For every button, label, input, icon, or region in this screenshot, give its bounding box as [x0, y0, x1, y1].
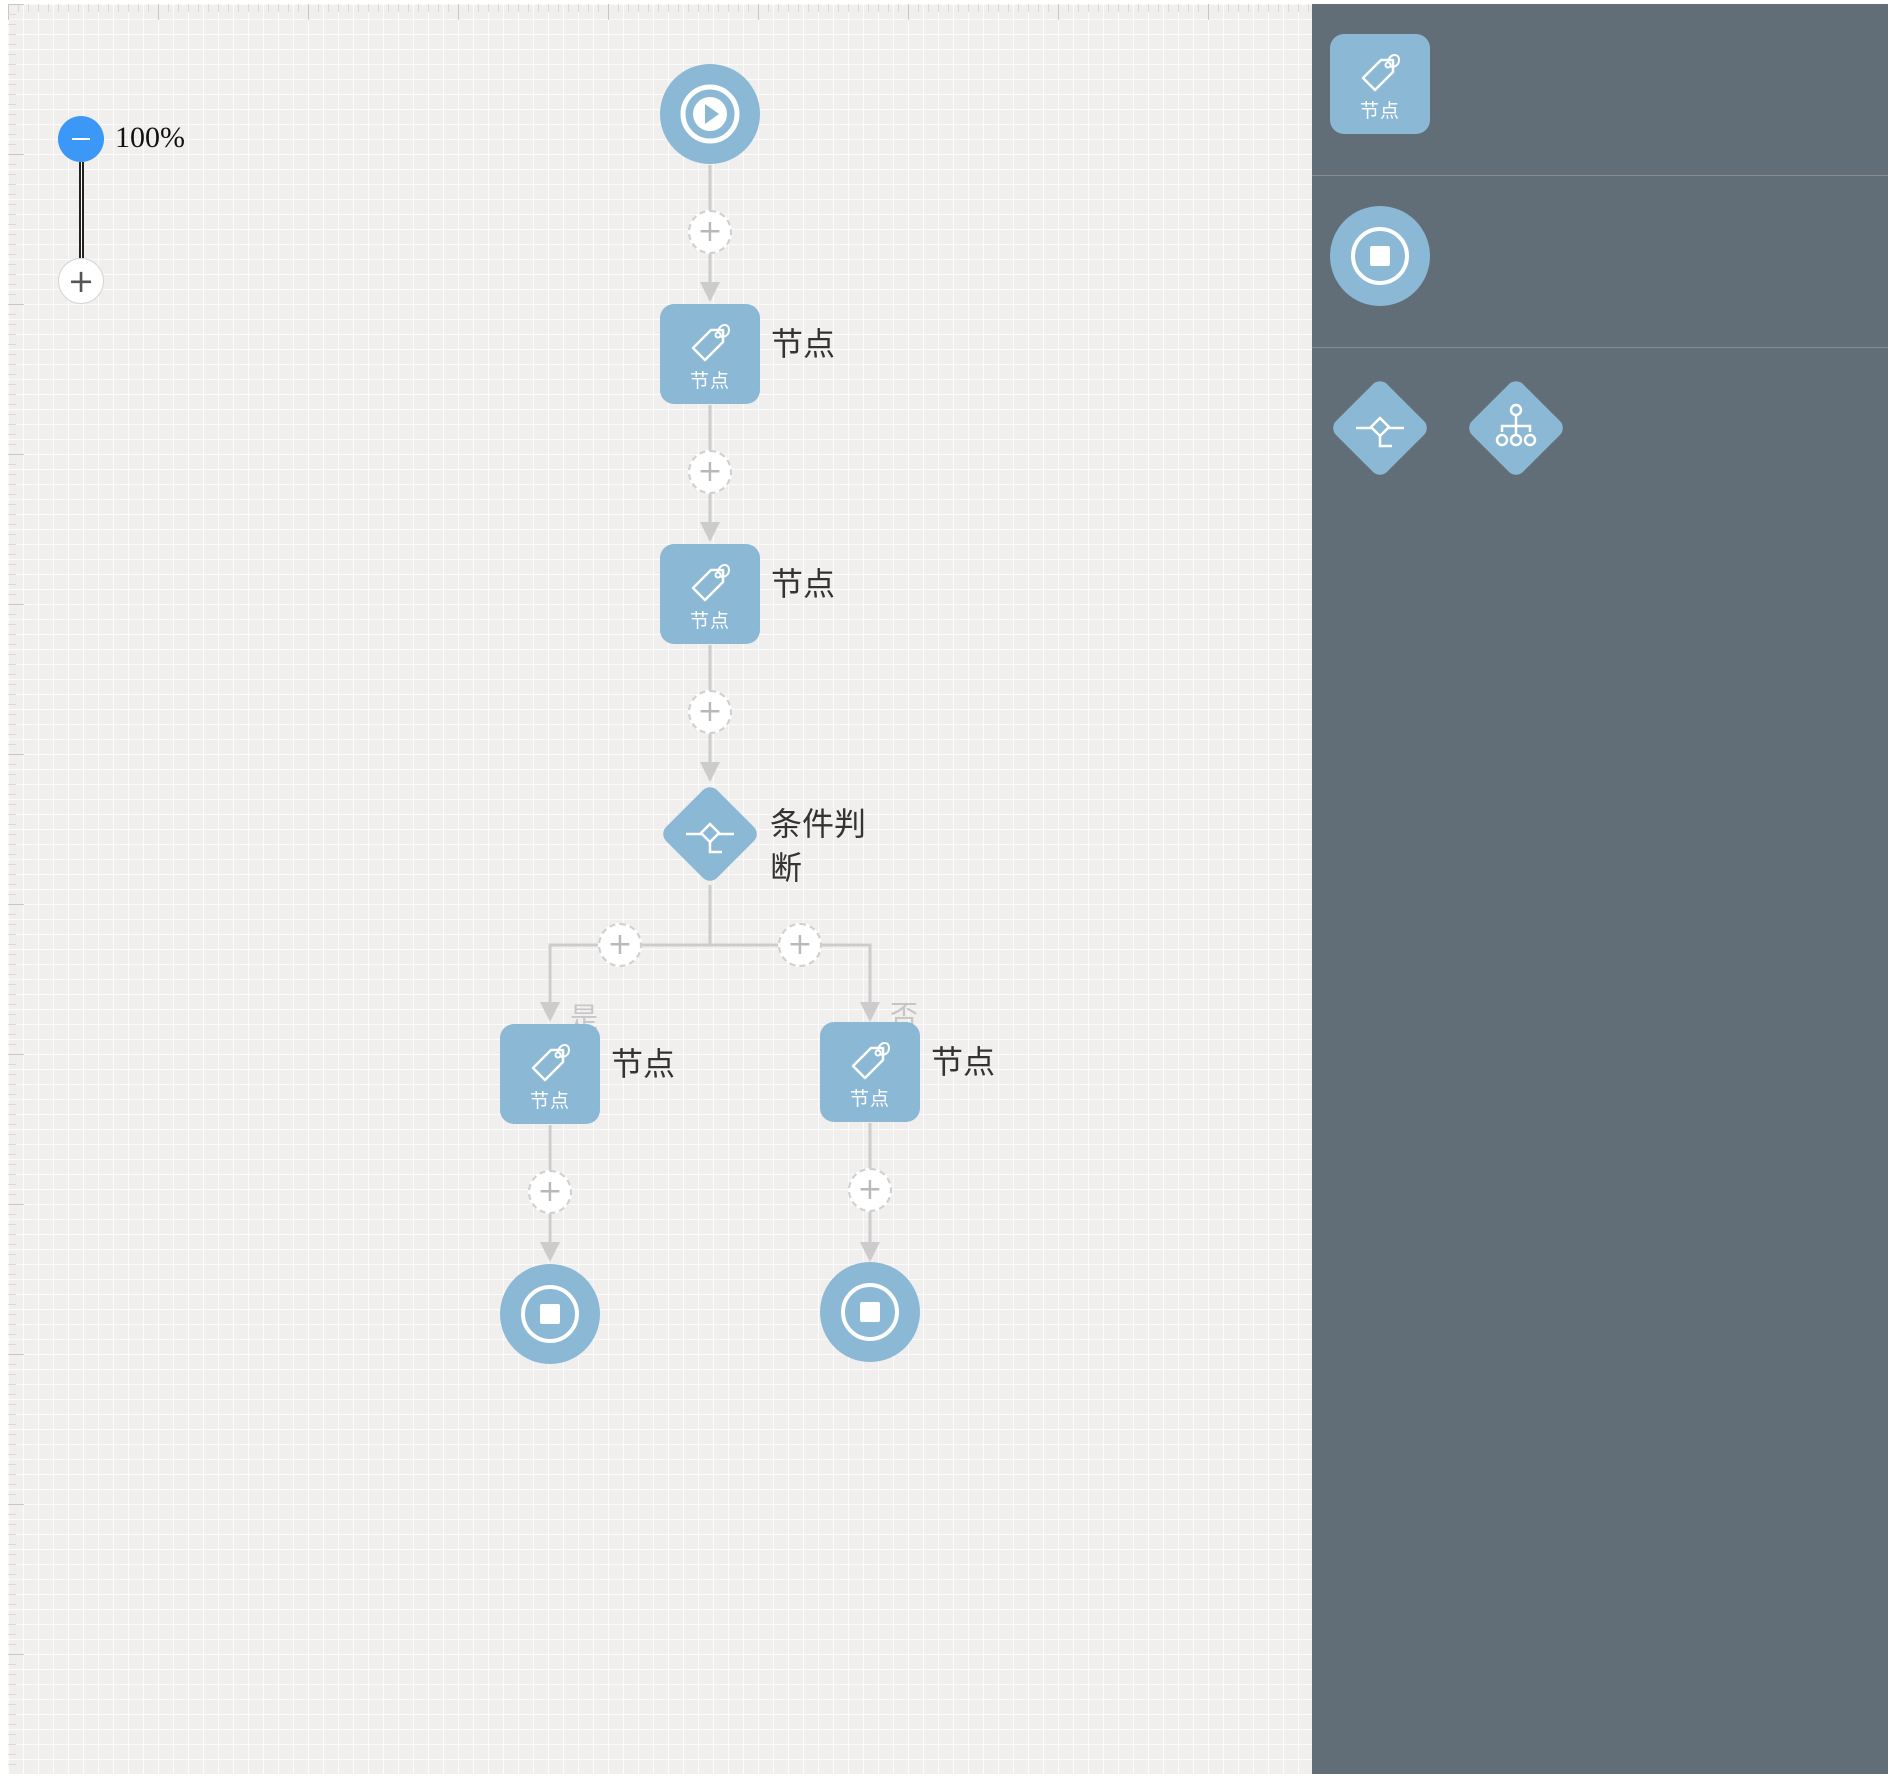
add-node-button-no[interactable]: + [778, 923, 822, 967]
plus-icon: + [697, 214, 723, 249]
node-label: 节点 [611, 1045, 676, 1083]
plus-icon: + [67, 262, 95, 300]
tag-icon [531, 1043, 571, 1081]
play-icon [680, 84, 740, 144]
add-node-button[interactable]: + [688, 690, 732, 734]
tag-icon [851, 1041, 891, 1079]
node-label: 节点 [931, 1043, 996, 1081]
plus-icon: + [857, 1172, 883, 1207]
arrow-head [700, 762, 720, 782]
arrow-head [860, 1002, 880, 1022]
task-node-no[interactable]: 节点 [820, 1022, 920, 1122]
plus-icon: + [697, 694, 723, 729]
palette-item-node[interactable]: 节点 [1330, 34, 1430, 134]
stop-icon [1351, 227, 1409, 285]
node-inner-label: 节点 [849, 1087, 890, 1110]
palette-divider [1312, 347, 1888, 348]
stop-icon [521, 1285, 579, 1343]
task-node-yes[interactable]: 节点 [500, 1024, 600, 1124]
plus-icon: + [607, 927, 633, 962]
arrow-head [700, 522, 720, 542]
palette-divider [1312, 175, 1888, 176]
add-node-button[interactable]: + [848, 1168, 892, 1212]
node-inner-label: 节点 [529, 1089, 570, 1112]
zoom-slider-track[interactable] [79, 162, 84, 258]
task-node[interactable]: 节点 [660, 304, 760, 404]
node-inner-label: 节点 [689, 609, 730, 632]
tag-icon [691, 563, 731, 601]
arrow-head [860, 1242, 880, 1262]
minus-icon [72, 138, 90, 140]
task-node[interactable]: 节点 [660, 544, 760, 644]
flow-connectors [540, 165, 880, 1262]
zoom-level: 100% [115, 121, 185, 154]
end-node[interactable] [820, 1262, 920, 1362]
palette-item-end[interactable] [1330, 206, 1430, 306]
add-node-button[interactable]: + [528, 1170, 572, 1214]
condition-label-line1: 条件判 [770, 805, 867, 843]
arrow-head [540, 1002, 560, 1022]
plus-icon: + [787, 927, 813, 962]
palette-item-condition[interactable] [1329, 377, 1431, 479]
node-label: 节点 [771, 325, 836, 363]
node-inner-label: 节点 [689, 369, 730, 392]
zoom-in-button[interactable]: + [58, 258, 104, 304]
plus-icon: + [537, 1174, 563, 1209]
tag-icon [691, 323, 731, 361]
palette-item-parallel[interactable] [1465, 377, 1567, 479]
node-palette: 节点 [1312, 4, 1888, 1774]
condition-label-line2: 断 [770, 849, 803, 887]
arrow-head [540, 1242, 560, 1262]
stop-icon [841, 1283, 899, 1341]
start-node[interactable] [660, 64, 760, 164]
palette-item-label: 节点 [1359, 99, 1400, 122]
tag-icon [1361, 53, 1401, 91]
zoom-out-button[interactable] [58, 116, 104, 162]
end-node[interactable] [500, 1264, 600, 1364]
add-node-button[interactable]: + [688, 450, 732, 494]
arrow-head [700, 282, 720, 302]
add-node-button[interactable]: + [688, 210, 732, 254]
plus-icon: + [697, 454, 723, 489]
add-node-button-yes[interactable]: + [598, 923, 642, 967]
node-label: 节点 [771, 565, 836, 603]
